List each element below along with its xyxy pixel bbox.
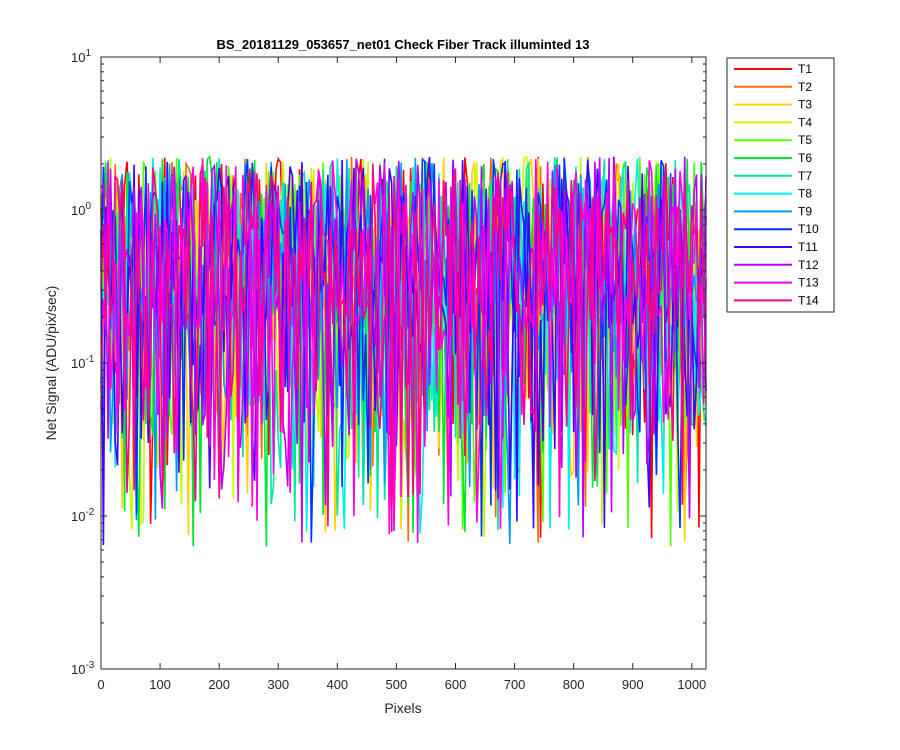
y-axis-label: Net Signal (ADU/pix/sec) xyxy=(43,286,59,441)
legend-label: T7 xyxy=(798,169,812,183)
legend-box xyxy=(726,57,835,313)
y-tick-exponent: -1 xyxy=(85,354,94,365)
y-tick-base: 10 xyxy=(71,662,85,677)
y-tick-exponent: -3 xyxy=(85,660,94,671)
x-tick-label: 100 xyxy=(149,677,171,692)
legend-label: T4 xyxy=(798,115,812,129)
legend-label: T9 xyxy=(798,204,812,218)
x-tick-label: 700 xyxy=(504,677,526,692)
x-tick-label: 900 xyxy=(622,677,644,692)
y-tick-base: 10 xyxy=(71,509,85,524)
plot-area: 0 100 200 300 400 500 600 700 800 900 1000 10-310-… xyxy=(71,48,707,692)
x-tick-label: 400 xyxy=(326,677,348,692)
x-tick-label: 600 xyxy=(445,677,467,692)
chart-figure: BS_20181129_053657_net01 Check Fiber Tra… xyxy=(0,0,900,750)
x-tick-label: 200 xyxy=(208,677,230,692)
legend-label: T11 xyxy=(798,240,818,254)
legend-label: T10 xyxy=(798,222,819,236)
legend-label: T12 xyxy=(798,258,819,272)
legend-label: T1 xyxy=(798,62,812,76)
x-axis-label: Pixels xyxy=(384,700,421,716)
legend-label: T5 xyxy=(798,133,812,147)
legend-label: T2 xyxy=(798,80,812,94)
legend-label: T6 xyxy=(798,151,812,165)
chart-title: BS_20181129_053657_net01 Check Fiber Tra… xyxy=(217,37,590,52)
y-tick-exponent: -2 xyxy=(85,507,94,518)
legend-label: T14 xyxy=(798,293,819,307)
y-tick-base: 10 xyxy=(71,50,85,65)
legend-label: T8 xyxy=(798,187,812,201)
x-tick-label: 1000 xyxy=(677,677,706,692)
y-tick-exponent: 1 xyxy=(85,48,91,59)
y-tick-exponent: 0 xyxy=(85,201,91,212)
legend: T1 T2 T3 T4 T5 T6 T7 T8 T9 T10 T11 T12 T13 T14 xyxy=(726,57,835,313)
y-tick-base: 10 xyxy=(71,356,85,371)
x-tick-label: 800 xyxy=(563,677,585,692)
y-tick-base: 10 xyxy=(71,203,85,218)
x-tick-label: 0 xyxy=(97,677,104,692)
legend-label: T3 xyxy=(798,98,812,112)
x-tick-label: 300 xyxy=(267,677,289,692)
legend-label: T13 xyxy=(798,276,819,290)
x-tick-label: 500 xyxy=(386,677,408,692)
